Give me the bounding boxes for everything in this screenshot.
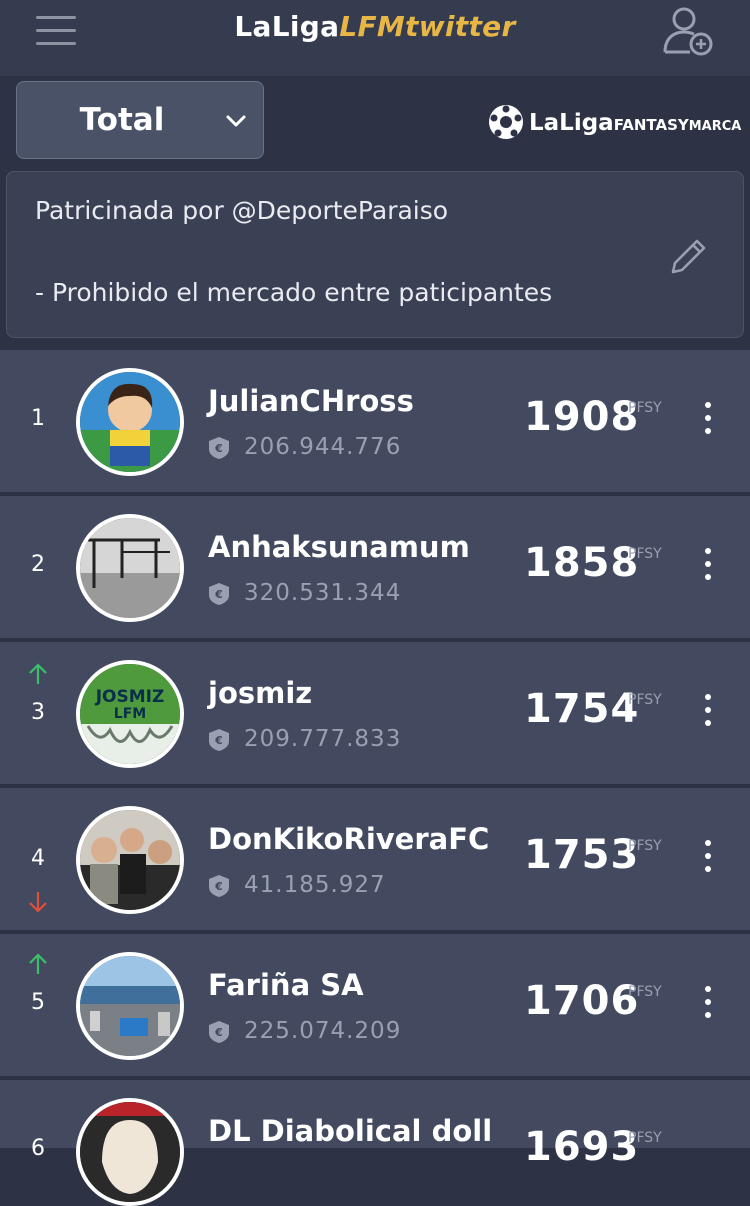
manager-name: JulianCHross — [208, 384, 414, 418]
description-line-1: Patricinada por @DeporteParaiso — [35, 196, 449, 225]
description-line-2: - Prohibido el mercado entre paticipante… — [35, 278, 553, 307]
points: 1754 — [524, 686, 640, 732]
points-unit: PFSY — [628, 838, 662, 854]
team-value: 206.944.776 — [244, 434, 402, 460]
add-user-icon[interactable] — [660, 4, 716, 56]
app-title-main: LaLiga — [234, 10, 340, 43]
filter-label: Total — [79, 102, 165, 138]
pencil-icon[interactable] — [667, 236, 709, 278]
rank-number: 4 — [31, 846, 45, 871]
more-options-icon[interactable] — [696, 402, 720, 442]
euro-shield-icon: € — [209, 729, 229, 751]
manager-name: josmiz — [208, 676, 313, 710]
avatar-image — [80, 810, 180, 910]
ranking-row[interactable]: 2 Anhaksunamum € 320.531.344 1858 PFSY — [0, 496, 750, 640]
more-options-icon[interactable] — [696, 694, 720, 734]
points: 1706 — [524, 978, 640, 1024]
points: 1858 — [524, 540, 640, 586]
manager-name: Anhaksunamum — [208, 530, 470, 564]
avatar-image — [80, 1102, 180, 1202]
more-options-icon[interactable] — [696, 548, 720, 588]
euro-shield-icon: € — [209, 437, 229, 459]
avatar[interactable]: JOSMIZ LFM — [76, 660, 184, 768]
svg-text:LFM: LFM — [114, 706, 146, 722]
points-unit: PFSY — [628, 546, 662, 562]
avatar[interactable] — [76, 806, 184, 914]
team-value: 209.777.833 — [244, 726, 402, 752]
points-unit: PFSY — [628, 400, 662, 416]
euro-shield-icon: € — [209, 875, 229, 897]
avatar-image: JOSMIZ LFM — [80, 664, 180, 764]
laliga-ball-icon — [489, 105, 523, 139]
ranking-row[interactable]: 6 DL Diabolical doll 1693 PFSY — [0, 1080, 750, 1206]
brand-laliga: LaLiga — [529, 110, 614, 136]
rank-number: 1 — [31, 406, 45, 431]
app-title-accent: LFMtwitter — [339, 10, 516, 43]
euro-shield-icon: € — [209, 583, 229, 605]
svg-text:€: € — [214, 442, 223, 455]
ranking-filter-select[interactable]: Total — [16, 81, 264, 159]
chevron-down-icon — [226, 115, 246, 127]
points: 1693 — [524, 1124, 640, 1170]
brand-text: LaLigaFANTASYMARCA — [529, 110, 741, 136]
rank-number: 2 — [31, 552, 45, 577]
avatar[interactable] — [76, 368, 184, 476]
more-options-icon[interactable] — [696, 986, 720, 1026]
brand-fantasy: FANTASY — [613, 116, 689, 134]
svg-text:€: € — [214, 734, 223, 747]
avatar[interactable] — [76, 1098, 184, 1206]
avatar-image — [80, 518, 180, 618]
brand-marca: MARCA — [688, 119, 742, 134]
manager-name: Fariña SA — [208, 968, 364, 1002]
ranking-row[interactable]: 5 Fariña SA € 225.074.209 1706 PFSY — [0, 934, 750, 1078]
svg-text:€: € — [214, 1026, 223, 1039]
rank-number: 3 — [31, 700, 45, 725]
avatar[interactable] — [76, 952, 184, 1060]
euro-shield-icon: € — [209, 1021, 229, 1043]
points: 1908 — [524, 394, 640, 440]
ranking-row[interactable]: 1 JulianCHross € 206.944.776 1908 PFSY — [0, 350, 750, 494]
svg-text:€: € — [214, 880, 223, 893]
trend-up-icon — [29, 953, 47, 974]
avatar-image — [80, 956, 180, 1056]
points-unit: PFSY — [628, 984, 662, 1000]
more-options-icon[interactable] — [696, 840, 720, 880]
svg-text:€: € — [214, 588, 223, 601]
team-value: 225.074.209 — [244, 1018, 402, 1044]
points-unit: PFSY — [628, 1130, 662, 1146]
rank-number: 5 — [31, 990, 45, 1015]
points: 1753 — [524, 832, 640, 878]
rank-number: 6 — [31, 1136, 45, 1161]
ranking-row[interactable]: 3 JOSMIZ LFM josmiz € 209.777.833 1754 P… — [0, 642, 750, 786]
points-unit: PFSY — [628, 692, 662, 708]
team-value: 41.185.927 — [244, 872, 386, 898]
app-title: LaLigaLFMtwitter — [0, 10, 750, 43]
avatar[interactable] — [76, 514, 184, 622]
league-description: Patricinada por @DeporteParaiso - Prohib… — [6, 171, 744, 338]
svg-text:JOSMIZ: JOSMIZ — [95, 687, 165, 707]
top-bar: LaLigaLFMtwitter — [0, 0, 750, 76]
ranking-row[interactable]: 4 DonKikoRiveraFC € 41.185.927 1753 PFSY — [0, 788, 750, 932]
team-value: 320.531.344 — [244, 580, 402, 606]
laliga-fantasy-logo: LaLigaFANTASYMARCA — [488, 104, 741, 142]
trend-down-icon — [29, 892, 47, 913]
avatar-image — [80, 372, 180, 472]
manager-name: DonKikoRiveraFC — [208, 822, 490, 856]
trend-up-icon — [29, 663, 47, 684]
